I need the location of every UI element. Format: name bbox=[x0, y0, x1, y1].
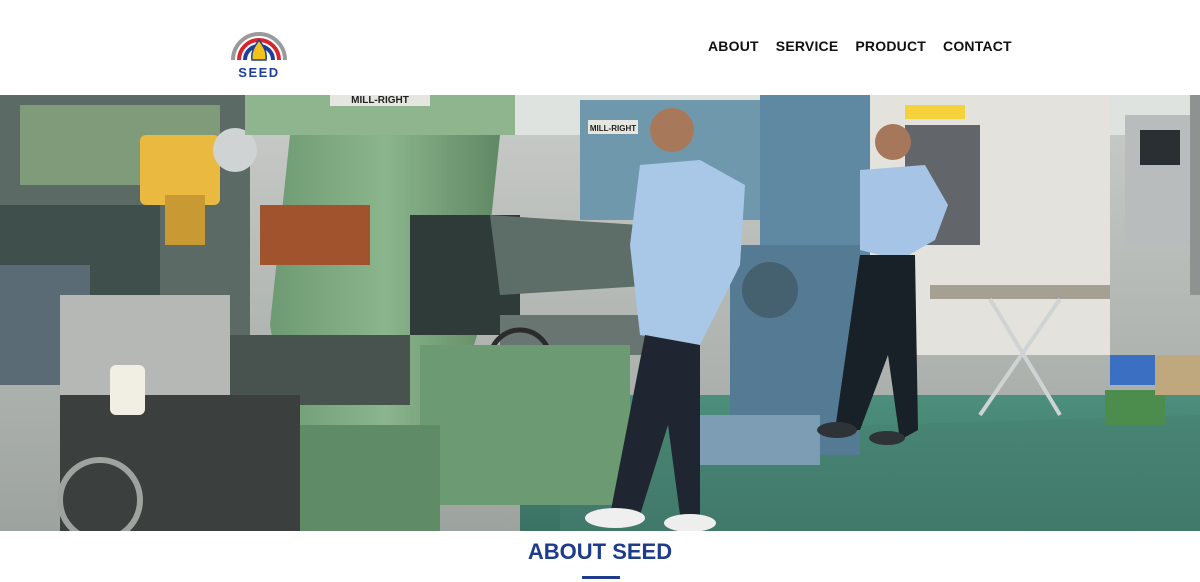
nav-service[interactable]: SERVICE bbox=[776, 38, 839, 54]
logo-mark-icon bbox=[231, 32, 287, 61]
about-section-title: ABOUT SEED bbox=[527, 539, 673, 564]
mill-plate-large: MILL-RIGHT bbox=[351, 95, 409, 106]
title-underline bbox=[582, 576, 620, 579]
main-nav: ABOUT SERVICE PRODUCT CONTACT bbox=[708, 38, 1012, 54]
nav-contact[interactable]: CONTACT bbox=[943, 38, 1012, 54]
seed-logo[interactable]: SEED bbox=[229, 20, 289, 82]
logo-wordmark: SEED bbox=[238, 65, 280, 80]
nav-about[interactable]: ABOUT bbox=[708, 38, 759, 54]
hero-banner: MILL-RIGHT MILL-RIGHT bbox=[0, 95, 1200, 531]
site-header: SEED ABOUT SERVICE PRODUCT CONTACT bbox=[0, 0, 1200, 95]
workshop-photo: MILL-RIGHT MILL-RIGHT bbox=[0, 95, 1200, 531]
mill-plate-small: MILL-RIGHT bbox=[590, 124, 636, 133]
nav-product[interactable]: PRODUCT bbox=[855, 38, 926, 54]
